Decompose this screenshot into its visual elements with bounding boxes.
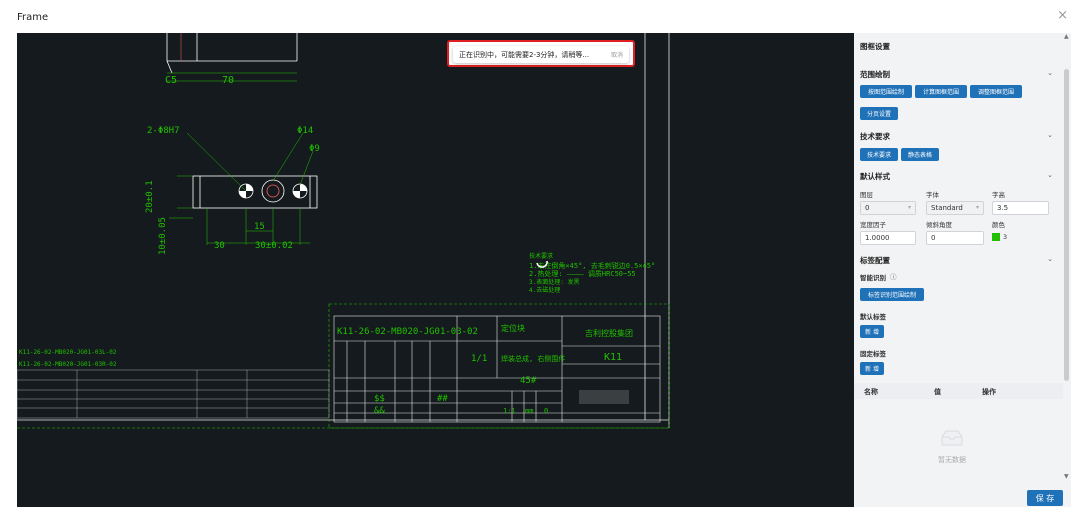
font-label: 字体 [926, 191, 939, 199]
left-line: K11-26-02-MB020-JG01-03R-02 [19, 361, 117, 368]
tb-val: ## [437, 394, 448, 404]
toast-cancel-button[interactable]: 取消 [611, 50, 623, 59]
tb-company: 吉利控股集团 [585, 328, 633, 338]
settings-panel: 图框设置 范围绘制 ⌄ 按图范围绘制 计算图框范围 调整图框范围 分页设置 技术… [854, 33, 1063, 507]
calc-range-button[interactable]: 计算图框范围 [915, 85, 967, 98]
color-value: 3 [1003, 233, 1008, 241]
section-range-title: 范围绘制 [860, 70, 890, 79]
frame-dialog: Frame × C5 70 2-Φ8H7 Φ14 Φ9 20±0.1 10±0.… [0, 0, 1080, 522]
color-swatch[interactable] [992, 233, 1000, 241]
toast-message: 正在识别中，可能需要2-3分钟，请稍等... [459, 50, 590, 59]
width-factor-input[interactable]: 1.0000 [860, 231, 916, 245]
scroll-up-icon[interactable]: ▲ [1064, 33, 1069, 40]
chevron-down-icon[interactable]: ⌄ [1047, 69, 1053, 77]
info-icon[interactable]: ⓘ [890, 271, 897, 281]
scroll-down-icon[interactable]: ▼ [1064, 473, 1069, 480]
tb-project: K11 [604, 352, 622, 363]
label-range-button[interactable]: 标签识别范围绘制 [860, 288, 924, 301]
dim-30-tol: 30±0.02 [255, 241, 293, 251]
cad-drawing: C5 70 2-Φ8H7 Φ14 Φ9 20±0.1 10±0.05 15 30… [17, 33, 670, 429]
dim-15: 15 [254, 222, 265, 232]
dim-20: 20±0.1 [145, 180, 155, 213]
height-input[interactable]: 3.5 [992, 201, 1049, 215]
tech-req-button[interactable]: 技术要求 [860, 148, 898, 161]
tb-scale: 1:1 [503, 407, 516, 415]
left-table-grid [17, 369, 330, 419]
save-button[interactable]: 保 存 [1027, 490, 1063, 506]
font-select[interactable]: Standard ▾ [926, 201, 984, 215]
add-fixed-label-button[interactable]: 新 增 [860, 362, 884, 375]
adjust-range-button[interactable]: 调整图框范围 [970, 85, 1022, 98]
section-label-title: 标签配置 [860, 256, 890, 265]
range-draw-button[interactable]: 按图范围绘制 [860, 85, 912, 98]
height-label: 字高 [992, 191, 1005, 199]
dialog-title: Frame [17, 12, 49, 23]
tech-title: 技术要求 [529, 252, 553, 260]
recognition-toast: 正在识别中，可能需要2-3分钟，请稍等... 取消 [447, 40, 635, 67]
color-label: 颜色 [992, 221, 1005, 229]
tech-line: 3.表面处理: 发黑 [529, 278, 579, 286]
panel-title: 图框设置 [860, 42, 890, 51]
tb-val: $$ [374, 394, 385, 404]
tb-unit: mm [525, 407, 533, 415]
table-header: 名称 值 操作 [854, 383, 1063, 399]
section-tech-title: 技术要求 [860, 132, 890, 141]
static-table-button[interactable]: 静态表格 [901, 148, 939, 161]
section-style-title: 默认样式 [860, 172, 890, 181]
close-icon[interactable]: × [1057, 8, 1068, 23]
dim-30: 30 [214, 241, 225, 251]
tech-line: 4.去磁处理 [529, 286, 560, 294]
panel-scrollbar[interactable]: ▲ ▼ [1063, 33, 1071, 507]
dim-phi14: Φ14 [297, 126, 313, 136]
dim-10: 10±0.05 [158, 217, 168, 255]
chevron-down-icon[interactable]: ⌄ [1047, 131, 1053, 139]
dim-hole: 2-Φ8H7 [147, 126, 180, 136]
angle-input[interactable]: 0 [926, 231, 984, 245]
scrollbar-thumb[interactable] [1064, 69, 1069, 381]
left-line: K11-26-02-MB020-JG01-03L-02 [19, 349, 117, 356]
tb-blurred [579, 390, 629, 404]
chevron-down-icon[interactable]: ⌄ [1047, 171, 1053, 179]
col-name: 名称 [864, 388, 878, 396]
layer-value: 0 [865, 204, 870, 212]
col-action: 操作 [982, 388, 996, 396]
pagination-button[interactable]: 分页设置 [860, 107, 898, 120]
tb-material: 45# [520, 376, 537, 386]
chevron-down-icon: ▾ [907, 204, 911, 211]
tb-sheet: 0 [544, 407, 548, 415]
col-value: 值 [934, 388, 941, 396]
tb-qty: 1/1 [471, 354, 487, 364]
layer-label: 图层 [860, 191, 873, 199]
tb-drawing-no: K11-26-02-MB020-JG01-03-02 [337, 327, 478, 337]
add-default-label-button[interactable]: 新 增 [860, 325, 884, 338]
tb-part-name: 定位块 [501, 323, 525, 333]
empty-box-icon [941, 430, 963, 446]
dim-phi9: Φ9 [309, 144, 320, 154]
font-value: Standard [931, 204, 963, 212]
width-factor-label: 宽度因子 [860, 221, 886, 229]
tech-line: 2.热处理: ———— 调质HRC50~55 [529, 269, 636, 278]
drawing-canvas[interactable]: C5 70 2-Φ8H7 Φ14 Φ9 20±0.1 10±0.05 15 30… [17, 33, 854, 507]
layer-select[interactable]: 0 ▾ [860, 201, 916, 215]
tb-assembly: 焊装总成, 右侧围件 [501, 354, 565, 363]
chevron-down-icon[interactable]: ⌄ [1047, 255, 1053, 263]
angle-label: 倾斜角度 [926, 221, 952, 229]
default-label-title: 默认标签 [860, 313, 886, 321]
dim-70: 70 [222, 75, 234, 86]
fixed-label-title: 固定标签 [860, 350, 886, 358]
chevron-down-icon: ▾ [975, 204, 979, 211]
empty-text: 暂无数据 [938, 456, 966, 464]
dim-chamfer: C5 [165, 75, 177, 86]
smart-recognize-label: 智能识别 [860, 274, 886, 282]
tech-line: 1.未注倒角×45°, 去毛刺锐边0.5×45° [529, 261, 655, 270]
tb-val: && [374, 406, 385, 416]
